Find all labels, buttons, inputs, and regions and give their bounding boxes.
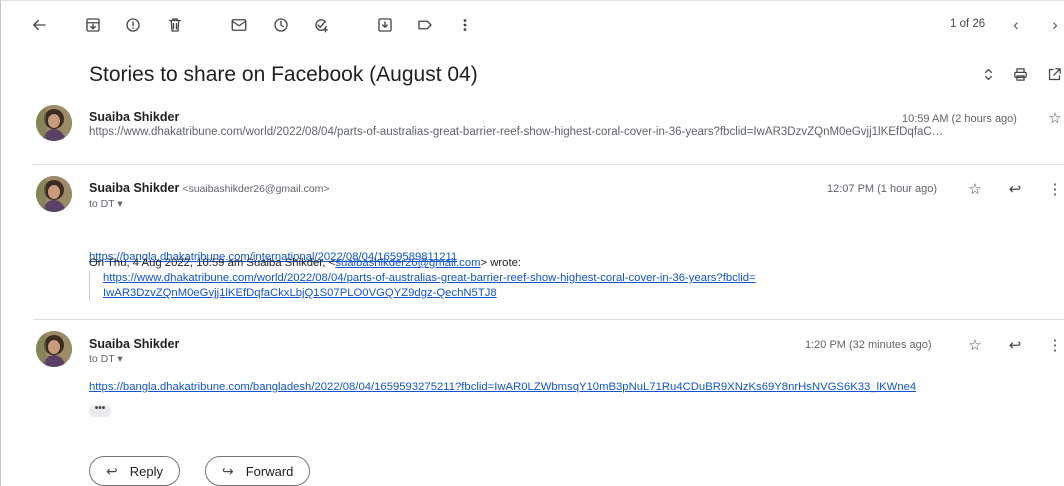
forward-button[interactable]: ↪ Forward bbox=[205, 456, 311, 486]
older-chevron-icon[interactable]: › bbox=[1045, 13, 1064, 37]
message-snippet: https://www.dhakatribune.com/world/2022/… bbox=[89, 126, 944, 138]
more-vert-icon[interactable]: ⋮ bbox=[1045, 335, 1064, 355]
print-icon[interactable] bbox=[1009, 63, 1031, 85]
quoted-url-link-line-1[interactable]: https://www.dhakatribune.com/world/2022/… bbox=[103, 272, 756, 284]
quote-suffix: > wrote: bbox=[480, 257, 522, 269]
sender-name: Suaiba Shikder bbox=[89, 110, 180, 124]
expand-all-icon[interactable] bbox=[977, 63, 999, 85]
star-icon[interactable]: ☆ bbox=[1045, 108, 1064, 128]
avatar bbox=[36, 176, 72, 212]
message-divider bbox=[33, 319, 1064, 320]
sender-email: <suaibashikder26@gmail.com> bbox=[182, 183, 330, 195]
reply-icon: ↩ bbox=[106, 462, 118, 479]
email-subject: Stories to share on Facebook (August 04) bbox=[89, 63, 478, 86]
reply-button[interactable]: ↩ Reply bbox=[89, 456, 180, 486]
sender-name: Suaiba Shikder bbox=[89, 337, 180, 351]
delete-icon[interactable] bbox=[163, 13, 187, 37]
reply-label: Reply bbox=[129, 463, 163, 479]
quote-prefix: On Thu, 4 Aug 2022, 10:59 am Suaiba Shik… bbox=[89, 257, 336, 269]
reply-arrow-icon[interactable]: ↩ bbox=[1005, 179, 1025, 199]
move-to-icon[interactable] bbox=[373, 13, 397, 37]
quote-email-link[interactable]: suaibashikder26@gmail.com bbox=[335, 257, 480, 269]
pager-count: 1 of 26 bbox=[950, 18, 986, 30]
avatar bbox=[36, 331, 72, 367]
email-view: 1 of 26 ‹ › Stories to share on Facebook… bbox=[0, 0, 1064, 486]
mark-unread-icon[interactable] bbox=[227, 13, 251, 37]
message-divider bbox=[33, 164, 1064, 165]
reply-arrow-icon[interactable]: ↩ bbox=[1005, 335, 1025, 355]
message-body-link: https://bangla.dhakatribune.com/banglade… bbox=[89, 377, 916, 395]
message-time: 1:20 PM (32 minutes ago) bbox=[805, 339, 932, 351]
back-arrow-icon[interactable] bbox=[27, 13, 51, 37]
quoted-text: https://www.dhakatribune.com/world/2022/… bbox=[89, 271, 756, 301]
forward-icon: ↪ bbox=[222, 462, 234, 479]
sender-name-text: Suaiba Shikder bbox=[89, 181, 180, 195]
newer-chevron-icon[interactable]: ‹ bbox=[1006, 13, 1026, 37]
toolbar: 1 of 26 ‹ › bbox=[1, 1, 1064, 49]
quoted-url-link-line-2[interactable]: IwAR3DzvZQnM0eGvjj1lKEfDqfaCkxLbjQ1S07PL… bbox=[103, 287, 497, 299]
label-icon[interactable] bbox=[413, 13, 437, 37]
add-to-tasks-icon[interactable] bbox=[309, 13, 333, 37]
more-vert-icon[interactable] bbox=[453, 13, 477, 37]
show-trimmed-content-button[interactable]: ••• bbox=[89, 404, 111, 417]
message-time: 10:59 AM (2 hours ago) bbox=[902, 113, 1017, 125]
recipient-details-toggle[interactable]: to DT ▾ bbox=[89, 353, 123, 365]
more-vert-icon[interactable]: ⋮ bbox=[1045, 179, 1064, 199]
quote-header: On Thu, 4 Aug 2022, 10:59 am Suaiba Shik… bbox=[89, 257, 521, 269]
body-url-link[interactable]: https://bangla.dhakatribune.com/banglade… bbox=[89, 381, 916, 393]
avatar bbox=[36, 105, 72, 141]
archive-icon[interactable] bbox=[81, 13, 105, 37]
message-time: 12:07 PM (1 hour ago) bbox=[827, 183, 938, 195]
recipient-details-toggle[interactable]: to DT ▾ bbox=[89, 198, 123, 210]
sender-name: Suaiba Shikder <suaibashikder26@gmail.com… bbox=[89, 181, 330, 195]
star-icon[interactable]: ☆ bbox=[965, 179, 985, 199]
snooze-icon[interactable] bbox=[269, 13, 293, 37]
open-in-new-window-icon[interactable] bbox=[1043, 63, 1064, 85]
report-spam-icon[interactable] bbox=[121, 13, 145, 37]
forward-label: Forward bbox=[245, 463, 294, 479]
star-icon[interactable]: ☆ bbox=[965, 335, 985, 355]
